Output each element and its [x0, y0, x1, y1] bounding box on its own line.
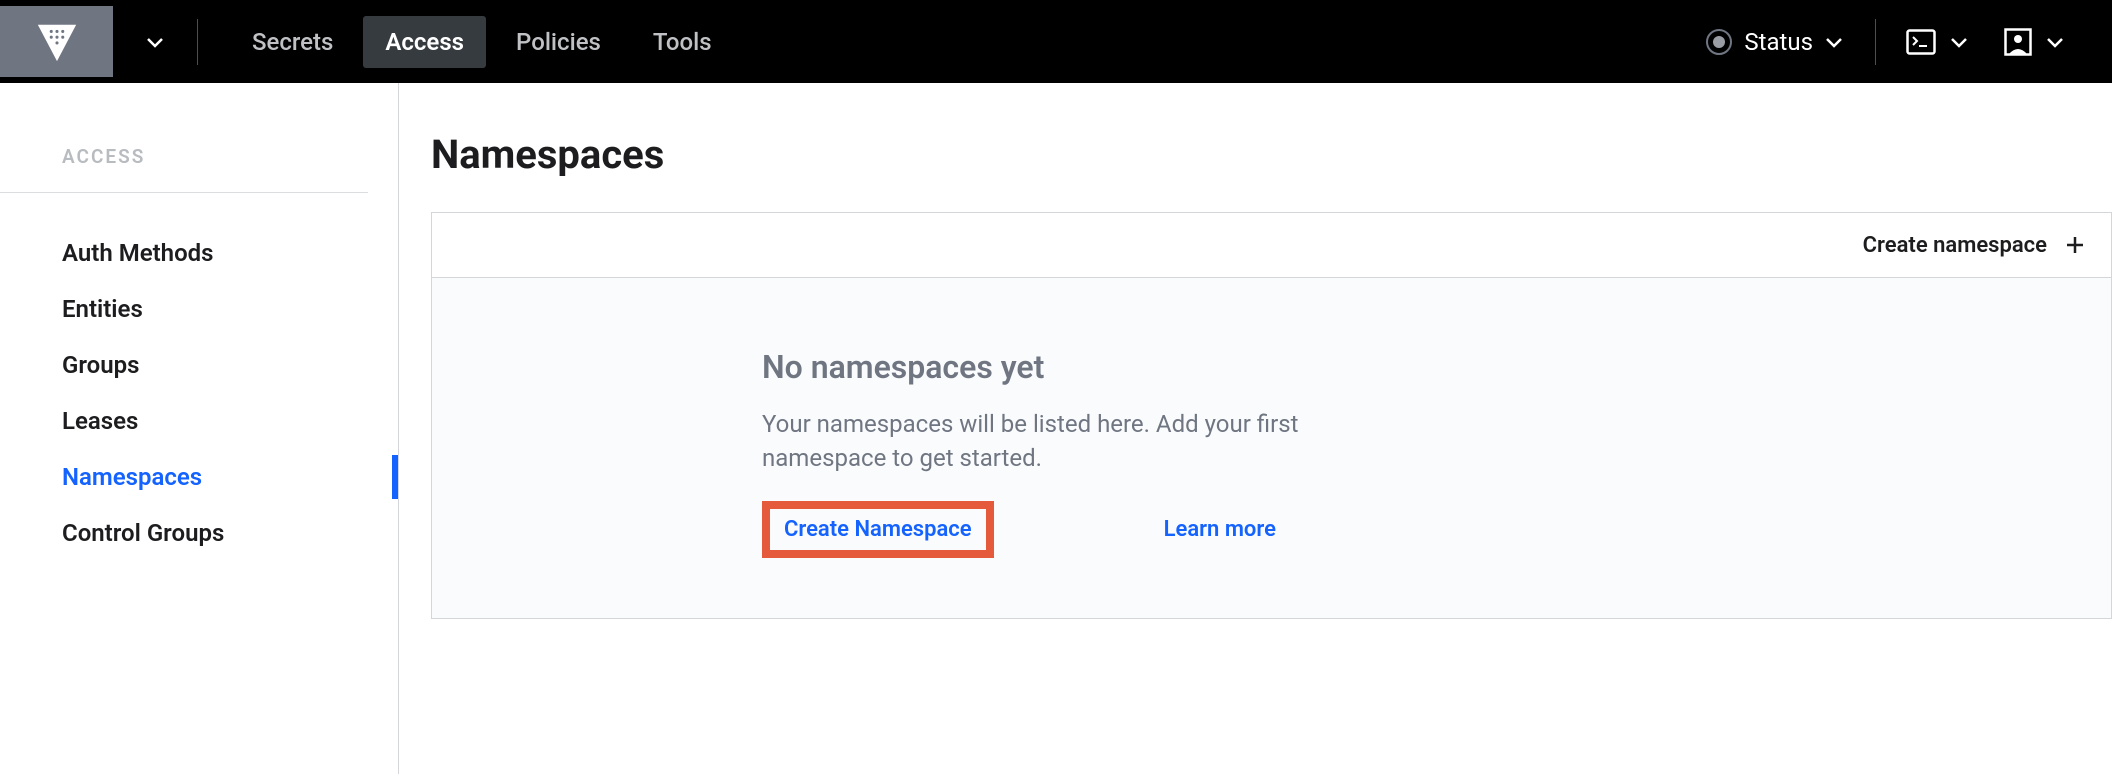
- status-label: Status: [1744, 28, 1813, 56]
- console-dropdown[interactable]: [1888, 29, 1986, 55]
- empty-state: No namespaces yet Your namespaces will b…: [432, 278, 2111, 618]
- namespaces-panel: Create namespace No namespaces yet Your …: [431, 212, 2112, 619]
- nav-access[interactable]: Access: [363, 16, 486, 68]
- sidebar-item-entities[interactable]: Entities: [0, 281, 398, 337]
- user-icon: [2004, 28, 2032, 56]
- topbar-divider: [1875, 19, 1876, 65]
- sidebar-item-leases[interactable]: Leases: [0, 393, 398, 449]
- nav-policies[interactable]: Policies: [494, 16, 623, 68]
- create-namespace-highlight: Create Namespace: [762, 501, 994, 558]
- sidebar-heading: ACCESS: [0, 145, 368, 193]
- nav-secrets[interactable]: Secrets: [230, 16, 355, 68]
- empty-state-actions: Create Namespace Learn more: [762, 501, 2111, 558]
- status-indicator-icon: [1706, 29, 1732, 55]
- topbar-divider: [197, 19, 198, 65]
- sidebar-item-groups[interactable]: Groups: [0, 337, 398, 393]
- chevron-down-icon: [1950, 36, 1968, 48]
- top-navigation: Secrets Access Policies Tools Status: [0, 0, 2112, 83]
- learn-more-link[interactable]: Learn more: [1164, 517, 1276, 542]
- page-title: Namespaces: [431, 131, 2112, 178]
- user-dropdown[interactable]: [1986, 28, 2082, 56]
- create-namespace-header-label: Create namespace: [1863, 233, 2047, 258]
- create-namespace-button[interactable]: Create Namespace: [784, 517, 972, 542]
- sidebar-item-control-groups[interactable]: Control Groups: [0, 505, 398, 561]
- plus-icon: [2065, 235, 2085, 255]
- empty-state-title: No namespaces yet: [762, 348, 2111, 386]
- sidebar-item-auth-methods[interactable]: Auth Methods: [0, 225, 398, 281]
- empty-state-description: Your namespaces will be listed here. Add…: [762, 408, 1322, 475]
- vault-logo[interactable]: [0, 6, 113, 77]
- content-area: ACCESS Auth Methods Entities Groups Leas…: [0, 83, 2112, 774]
- create-namespace-header-link[interactable]: Create namespace: [1863, 233, 2085, 258]
- sidebar-item-namespaces[interactable]: Namespaces: [0, 449, 398, 505]
- main-content: Namespaces Create namespace No namespace…: [399, 83, 2112, 774]
- namespace-picker-dropdown[interactable]: [125, 0, 185, 83]
- terminal-icon: [1906, 29, 1936, 55]
- primary-nav: Secrets Access Policies Tools: [230, 16, 734, 68]
- chevron-down-icon: [146, 36, 164, 48]
- vault-logo-icon: [34, 19, 80, 65]
- status-dropdown[interactable]: Status: [1686, 28, 1863, 56]
- nav-tools[interactable]: Tools: [631, 16, 734, 68]
- topbar-right: Status: [1686, 19, 2112, 65]
- chevron-down-icon: [1825, 36, 1843, 48]
- sidebar: ACCESS Auth Methods Entities Groups Leas…: [0, 83, 399, 774]
- chevron-down-icon: [2046, 36, 2064, 48]
- panel-header: Create namespace: [432, 213, 2111, 278]
